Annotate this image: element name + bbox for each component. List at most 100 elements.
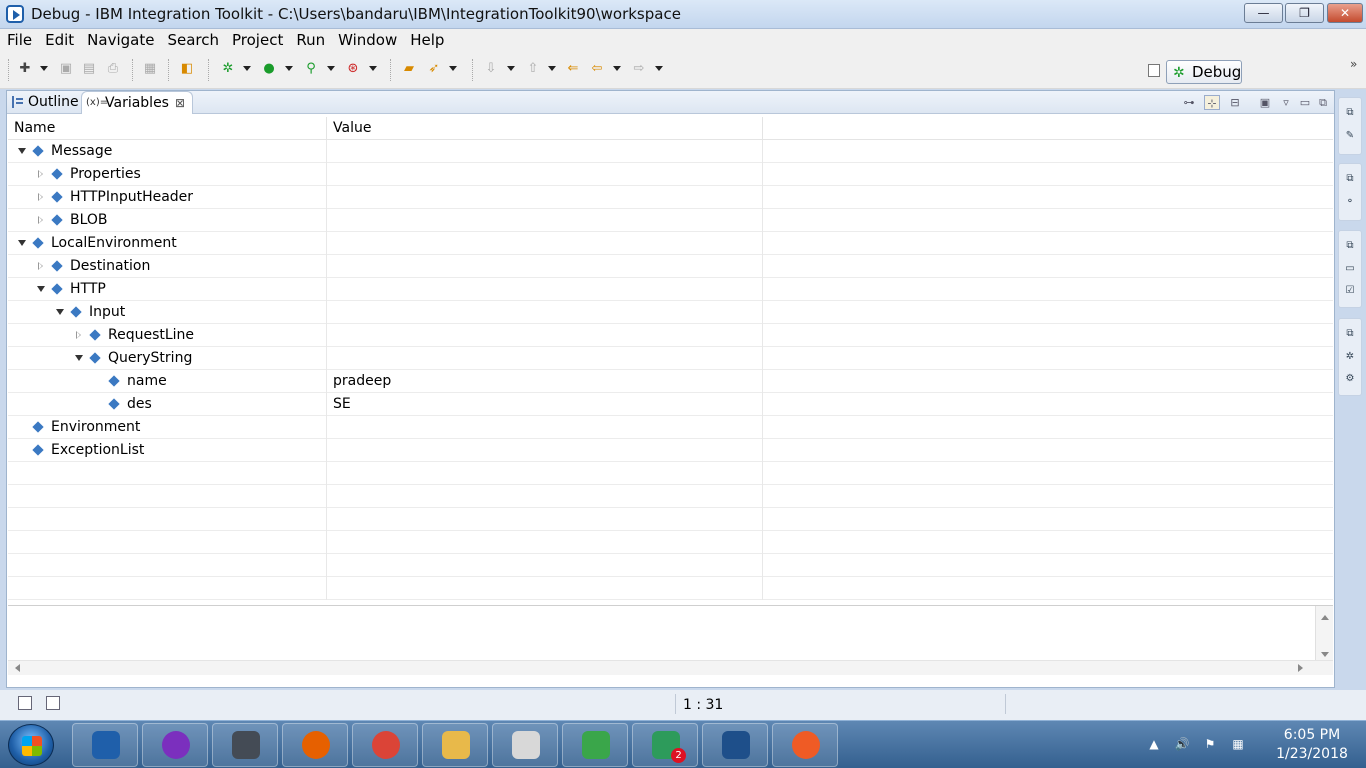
value-cell[interactable]: [327, 439, 763, 462]
collapse-arrow-icon[interactable]: [37, 286, 45, 292]
menu-file[interactable]: File: [0, 29, 38, 49]
name-cell[interactable]: Input: [8, 301, 327, 324]
value-cell[interactable]: [327, 301, 763, 324]
value-cell[interactable]: [327, 186, 763, 209]
name-cell[interactable]: ExceptionList: [8, 439, 327, 462]
detail-pane[interactable]: [8, 605, 1333, 675]
collapse-arrow-icon[interactable]: [18, 240, 26, 246]
previous-annotation-dropdown-caret[interactable]: [548, 66, 556, 71]
breakpoints-icon[interactable]: ⚬: [1343, 195, 1357, 209]
scroll-down-icon[interactable]: [1321, 652, 1329, 657]
taskbar-app-button[interactable]: [72, 723, 138, 767]
expand-arrow-icon[interactable]: [76, 331, 81, 339]
name-cell[interactable]: name: [8, 370, 327, 393]
menu-edit[interactable]: Edit: [38, 29, 80, 49]
open-perspective-icon[interactable]: [1148, 64, 1160, 77]
menu-run[interactable]: Run: [289, 29, 331, 49]
show-hidden-icons-icon[interactable]: ▲: [1146, 737, 1162, 753]
name-cell[interactable]: des: [8, 393, 327, 416]
name-cell[interactable]: Properties: [8, 163, 327, 186]
menu-project[interactable]: Project: [225, 29, 289, 49]
close-tab-icon[interactable]: ⊠: [175, 92, 185, 114]
scroll-up-icon[interactable]: [1321, 615, 1329, 620]
taskbar-app-button[interactable]: [142, 723, 208, 767]
table-row[interactable]: Input: [8, 301, 1333, 324]
value-cell[interactable]: [327, 324, 763, 347]
maximize-view-icon[interactable]: ⧉: [1315, 95, 1331, 110]
show-logical-structure-icon[interactable]: ⊹: [1204, 95, 1220, 110]
scroll-left-icon[interactable]: [15, 664, 20, 672]
minimize-button[interactable]: —: [1244, 3, 1283, 23]
tasks-icon[interactable]: ☑: [1343, 284, 1357, 298]
close-button[interactable]: ✕: [1327, 3, 1363, 23]
table-row[interactable]: des SE: [8, 393, 1333, 416]
name-cell[interactable]: Message: [8, 140, 327, 163]
name-cell[interactable]: HTTP: [8, 278, 327, 301]
taskbar-app-button[interactable]: [492, 723, 558, 767]
column-header-value[interactable]: Value: [327, 117, 763, 140]
tab-variables[interactable]: (x)= Variables ⊠: [81, 91, 193, 114]
volume-icon[interactable]: 🔊: [1174, 737, 1190, 753]
back-icon[interactable]: ⇦: [588, 60, 606, 78]
value-cell[interactable]: [327, 163, 763, 186]
table-row[interactable]: QueryString: [8, 347, 1333, 370]
notes-icon[interactable]: [46, 696, 60, 710]
table-row[interactable]: RequestLine: [8, 324, 1333, 347]
table-row[interactable]: BLOB: [8, 209, 1333, 232]
expand-arrow-icon[interactable]: [38, 262, 43, 270]
debug-icon[interactable]: ✲: [219, 60, 237, 78]
menu-search[interactable]: Search: [160, 29, 225, 49]
new-dropdown-caret[interactable]: [40, 66, 48, 71]
value-cell[interactable]: [327, 278, 763, 301]
name-cell[interactable]: LocalEnvironment: [8, 232, 327, 255]
coverage-dropdown-caret[interactable]: [369, 66, 377, 71]
new-icon[interactable]: ✚: [16, 60, 34, 78]
deploy-icon[interactable]: ➶: [425, 60, 443, 78]
restore-icon[interactable]: ⧉: [1343, 106, 1357, 120]
external-tools-dropdown-caret[interactable]: [327, 66, 335, 71]
value-cell[interactable]: [327, 140, 763, 163]
next-annotation-dropdown-caret[interactable]: [507, 66, 515, 71]
name-cell[interactable]: RequestLine: [8, 324, 327, 347]
taskbar-app-button[interactable]: [352, 723, 418, 767]
table-row[interactable]: HTTPInputHeader: [8, 186, 1333, 209]
restore-icon[interactable]: ⧉: [1343, 327, 1357, 341]
flag-alert-icon[interactable]: ⚑: [1202, 737, 1218, 753]
integration-nodes-icon[interactable]: ⚙: [1343, 372, 1357, 386]
value-cell[interactable]: [327, 232, 763, 255]
debug-view-icon[interactable]: ✲: [1343, 350, 1357, 364]
value-cell[interactable]: pradeep: [327, 370, 763, 393]
debug-perspective-button[interactable]: ✲ Debug: [1166, 60, 1242, 84]
taskbar-app-button[interactable]: [282, 723, 348, 767]
expand-arrow-icon[interactable]: [38, 193, 43, 201]
collapse-arrow-icon[interactable]: [18, 148, 26, 154]
run-icon[interactable]: ●: [260, 60, 278, 78]
open-folder-icon[interactable]: ▰: [400, 60, 418, 78]
edit-icon[interactable]: ✎: [1343, 129, 1357, 143]
name-cell[interactable]: Destination: [8, 255, 327, 278]
minimize-view-icon[interactable]: ▭: [1297, 95, 1313, 110]
taskbar-app-button[interactable]: 2: [632, 723, 698, 767]
detail-horizontal-scrollbar[interactable]: [8, 660, 1333, 675]
menu-window[interactable]: Window: [331, 29, 403, 49]
name-cell[interactable]: HTTPInputHeader: [8, 186, 327, 209]
deploy-dropdown-caret[interactable]: [449, 66, 457, 71]
table-row[interactable]: name pradeep: [8, 370, 1333, 393]
view-menu-icon[interactable]: ▣: [1257, 95, 1273, 110]
fast-view-icon[interactable]: [18, 696, 32, 710]
table-row[interactable]: LocalEnvironment: [8, 232, 1333, 255]
tab-outline[interactable]: Outline: [9, 91, 81, 114]
taskbar-app-button[interactable]: [772, 723, 838, 767]
value-cell[interactable]: [327, 255, 763, 278]
show-type-names-icon[interactable]: ⊶: [1181, 95, 1197, 110]
name-cell[interactable]: BLOB: [8, 209, 327, 232]
forward-dropdown-caret[interactable]: [655, 66, 663, 71]
value-cell[interactable]: [327, 416, 763, 439]
name-cell[interactable]: QueryString: [8, 347, 327, 370]
collapse-arrow-icon[interactable]: [56, 309, 64, 315]
scroll-right-icon[interactable]: [1298, 664, 1303, 672]
column-header-name[interactable]: Name: [8, 117, 327, 140]
taskbar-app-button[interactable]: [562, 723, 628, 767]
external-tools-icon[interactable]: ⚲: [302, 60, 320, 78]
detail-vertical-scrollbar[interactable]: [1315, 606, 1333, 664]
